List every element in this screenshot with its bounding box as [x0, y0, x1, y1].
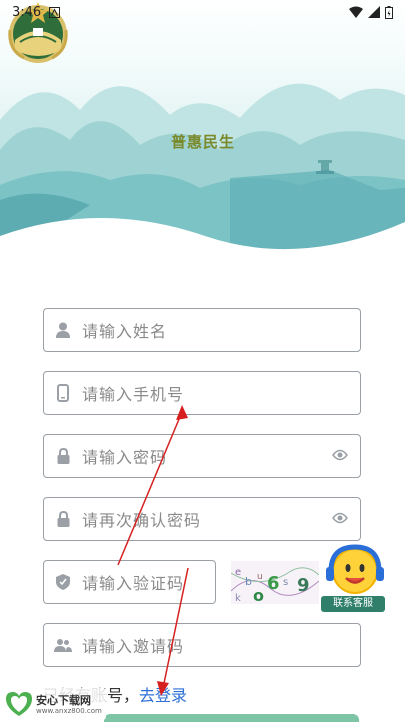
captcha-image[interactable]: e b u 6 s 9 k o — [231, 561, 319, 604]
eye-icon[interactable] — [332, 510, 348, 529]
password-field[interactable]: 请输入密码 — [43, 434, 361, 478]
header-banner: 普惠民生 — [0, 0, 405, 262]
eye-icon[interactable] — [332, 447, 348, 466]
watermark-name: 安心下载网 — [36, 694, 91, 707]
login-link[interactable]: 去登录 — [139, 686, 187, 705]
captcha-placeholder: 请输入验证码 — [82, 574, 185, 593]
lock-icon — [44, 511, 82, 527]
wifi-icon — [349, 6, 363, 18]
password-placeholder: 请输入密码 — [82, 448, 168, 467]
captcha-char: s — [283, 577, 288, 588]
phone-placeholder: 请输入手机号 — [82, 385, 185, 404]
invite-code-field[interactable]: 请输入邀请码 — [43, 623, 361, 667]
status-bar: 3:46 — [0, 0, 405, 24]
battery-icon — [385, 5, 393, 19]
captcha-char: 9 — [297, 575, 310, 596]
captcha-char: e — [235, 567, 241, 578]
confirm-password-field[interactable]: 请再次确认密码 — [43, 497, 361, 541]
watermark-url: www.anxz800.com — [36, 707, 102, 715]
phone-field[interactable]: 请输入手机号 — [43, 371, 361, 415]
signal-icon — [368, 6, 380, 18]
customer-service-label[interactable]: 联系客服 — [321, 596, 385, 612]
shield-icon — [44, 574, 82, 590]
name-placeholder: 请输入姓名 — [82, 322, 168, 341]
user-icon — [44, 322, 82, 338]
status-time: 3:46 — [12, 4, 42, 20]
group-icon — [44, 638, 82, 652]
captcha-char: u — [257, 572, 263, 582]
notification-icon — [49, 6, 61, 18]
watermark-logo — [6, 692, 32, 716]
captcha-char: 6 — [267, 573, 280, 594]
lock-icon — [44, 448, 82, 464]
confirm-password-placeholder: 请再次确认密码 — [82, 511, 202, 530]
register-button[interactable] — [104, 714, 359, 722]
captcha-char: o — [253, 586, 264, 604]
captcha-field[interactable]: 请输入验证码 — [43, 560, 216, 604]
captcha-char: k — [235, 593, 241, 604]
phone-icon — [44, 384, 82, 402]
captcha-char: b — [245, 575, 252, 588]
brand-name: 普惠民生 — [170, 133, 235, 151]
name-field[interactable]: 请输入姓名 — [43, 308, 361, 352]
invite-code-placeholder: 请输入邀请码 — [82, 637, 185, 656]
